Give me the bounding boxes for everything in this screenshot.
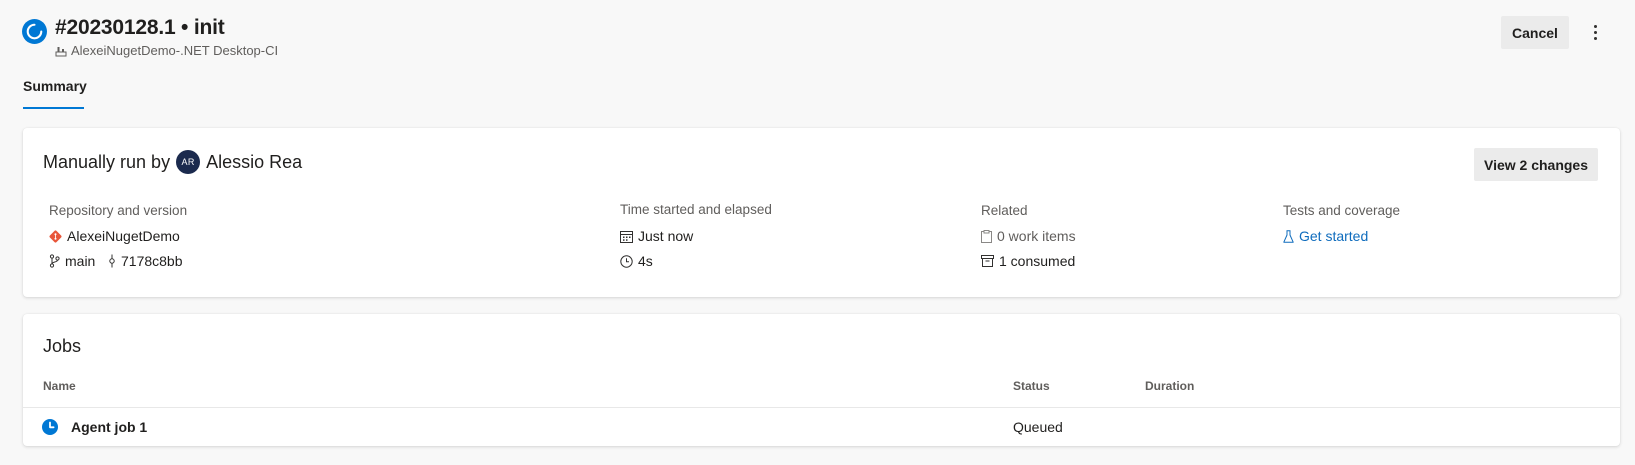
manual-run-prefix: Manually run by bbox=[43, 151, 171, 172]
consumed-value: 1 consumed bbox=[999, 253, 1076, 269]
column-header-status: Status bbox=[1013, 379, 1050, 393]
more-vertical-icon[interactable] bbox=[1584, 18, 1606, 46]
get-started-link[interactable]: Get started bbox=[1283, 228, 1368, 244]
calendar-icon bbox=[620, 230, 633, 243]
table-row[interactable] bbox=[23, 408, 1620, 446]
run-title: #20230128.1 • init bbox=[55, 16, 225, 39]
tab-summary[interactable]: Summary bbox=[23, 78, 87, 94]
consumed-link[interactable]: 1 consumed bbox=[981, 253, 1075, 269]
pipeline-icon bbox=[55, 46, 67, 56]
queued-icon bbox=[42, 419, 58, 435]
manual-run-line: Manually run by AR Alessio Rea bbox=[43, 150, 302, 174]
branch-icon bbox=[49, 254, 60, 268]
tests-label: Tests and coverage bbox=[1283, 203, 1401, 218]
in-progress-icon bbox=[22, 19, 47, 44]
git-repo-icon bbox=[49, 230, 62, 242]
commit-id: 7178c8bb bbox=[121, 253, 183, 269]
jobs-title: Jobs bbox=[43, 336, 82, 356]
work-items-value: 0 work items bbox=[997, 228, 1076, 244]
get-started-label: Get started bbox=[1299, 228, 1369, 244]
repo-name: AlexeiNugetDemo bbox=[67, 228, 180, 244]
clipboard-icon bbox=[981, 229, 992, 243]
beaker-icon bbox=[1283, 229, 1294, 243]
pipeline-link[interactable]: AlexeiNugetDemo-.NET Desktop-CI bbox=[55, 43, 278, 58]
elapsed-value: 4s bbox=[638, 253, 653, 269]
clock-icon bbox=[620, 254, 633, 268]
artifact-icon bbox=[981, 255, 994, 267]
pipeline-name: AlexeiNugetDemo-.NET Desktop-CI bbox=[71, 43, 279, 58]
time-label: Time started and elapsed bbox=[620, 202, 772, 217]
time-started: Just now bbox=[620, 228, 693, 244]
related-label: Related bbox=[981, 203, 1028, 218]
work-items: 0 work items bbox=[981, 228, 1076, 244]
branch-name: main bbox=[65, 253, 96, 269]
column-header-name: Name bbox=[43, 379, 76, 393]
time-elapsed: 4s bbox=[620, 253, 653, 269]
job-status: Queued bbox=[1013, 419, 1063, 435]
column-header-duration: Duration bbox=[1145, 379, 1195, 393]
branch-link[interactable]: main bbox=[49, 253, 95, 269]
repo-link[interactable]: AlexeiNugetDemo bbox=[49, 228, 180, 244]
commit-link[interactable]: 7178c8bb bbox=[108, 253, 183, 269]
job-name: Agent job 1 bbox=[71, 419, 148, 435]
commit-icon bbox=[109, 254, 115, 268]
user-name: Alessio Rea bbox=[206, 151, 303, 172]
tab-selected-indicator bbox=[23, 107, 84, 109]
avatar: AR bbox=[176, 150, 201, 174]
view-changes-button[interactable]: View 2 changes bbox=[1474, 148, 1598, 181]
cancel-button[interactable]: Cancel bbox=[1501, 16, 1569, 49]
started-value: Just now bbox=[638, 228, 694, 244]
repository-label: Repository and version bbox=[49, 203, 188, 218]
